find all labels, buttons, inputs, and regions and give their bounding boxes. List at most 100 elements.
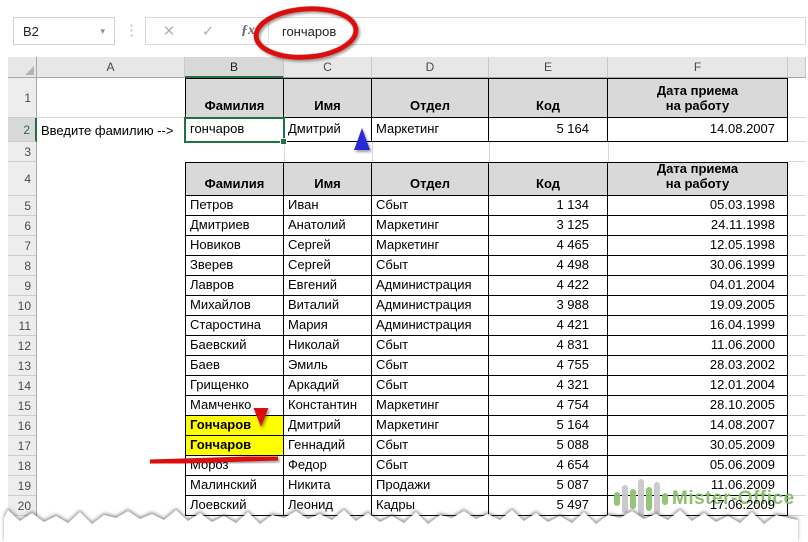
cell-B19[interactable]: Малинский <box>185 476 284 496</box>
cell-E19[interactable]: 5 087 <box>489 476 608 496</box>
cell-C7[interactable]: Сергей <box>284 236 372 256</box>
row-header-19[interactable]: 19 <box>8 476 37 496</box>
cell-C14[interactable]: Аркадий <box>284 376 372 396</box>
cell-E13[interactable]: 4 755 <box>489 356 608 376</box>
row-header-4[interactable]: 4 <box>8 162 37 196</box>
column-header-F[interactable]: F <box>608 57 788 78</box>
cell-C8[interactable]: Сергей <box>284 256 372 276</box>
cell-B10[interactable]: Михайлов <box>185 296 284 316</box>
cell-B17[interactable]: Гончаров <box>185 436 284 456</box>
row-header-3[interactable]: 3 <box>8 142 37 162</box>
cell-D12[interactable]: Сбыт <box>372 336 489 356</box>
cell-F15[interactable]: 28.10.2005 <box>608 396 788 416</box>
cell-D9[interactable]: Администрация <box>372 276 489 296</box>
cell-B16[interactable]: Гончаров <box>185 416 284 436</box>
row-header-16[interactable]: 16 <box>8 416 37 436</box>
cell-C18[interactable]: Федор <box>284 456 372 476</box>
cell-F11[interactable]: 16.04.1999 <box>608 316 788 336</box>
cell-C13[interactable]: Эмиль <box>284 356 372 376</box>
cell-D7[interactable]: Маркетинг <box>372 236 489 256</box>
cell-E16[interactable]: 5 164 <box>489 416 608 436</box>
column-header-A[interactable]: A <box>37 57 185 78</box>
cell-D14[interactable]: Сбыт <box>372 376 489 396</box>
cell-F8[interactable]: 30.06.1999 <box>608 256 788 276</box>
cell-E20[interactable]: 5 497 <box>489 496 608 516</box>
cell-C5[interactable]: Иван <box>284 196 372 216</box>
cell-F4[interactable]: Дата приемана работу <box>608 162 788 196</box>
cell-E15[interactable]: 4 754 <box>489 396 608 416</box>
cell-B15[interactable]: Мамченко <box>185 396 284 416</box>
cell-B9[interactable]: Лавров <box>185 276 284 296</box>
row-header-10[interactable]: 10 <box>8 296 37 316</box>
enter-icon[interactable]: ✓ <box>188 22 228 40</box>
cell-B7[interactable]: Новиков <box>185 236 284 256</box>
cell-B8[interactable]: Зверев <box>185 256 284 276</box>
cell-E10[interactable]: 3 988 <box>489 296 608 316</box>
cell-B2[interactable]: гончаров <box>185 118 284 142</box>
row-header-11[interactable]: 11 <box>8 316 37 336</box>
row-header-15[interactable]: 15 <box>8 396 37 416</box>
cell-D1[interactable]: Отдел <box>372 78 489 118</box>
cell-F9[interactable]: 04.01.2004 <box>608 276 788 296</box>
name-box[interactable]: B2 ▾ <box>13 17 115 45</box>
column-header-D[interactable]: D <box>372 57 489 78</box>
cell-D18[interactable]: Сбыт <box>372 456 489 476</box>
cell-C4[interactable]: Имя <box>284 162 372 196</box>
name-box-dropdown-icon[interactable]: ▾ <box>100 26 114 37</box>
row-header-7[interactable]: 7 <box>8 236 37 256</box>
column-header-C[interactable]: C <box>284 57 372 78</box>
cell-D16[interactable]: Маркетинг <box>372 416 489 436</box>
cell-B13[interactable]: Баев <box>185 356 284 376</box>
cell-E4[interactable]: Код <box>489 162 608 196</box>
cell-F17[interactable]: 30.05.2009 <box>608 436 788 456</box>
cell-F14[interactable]: 12.01.2004 <box>608 376 788 396</box>
cell-E2[interactable]: 5 164 <box>489 118 608 142</box>
cell-D13[interactable]: Сбыт <box>372 356 489 376</box>
cell-C17[interactable]: Геннадий <box>284 436 372 456</box>
cell-E14[interactable]: 4 321 <box>489 376 608 396</box>
cell-D11[interactable]: Администрация <box>372 316 489 336</box>
row-header-17[interactable]: 17 <box>8 436 37 456</box>
row-header-8[interactable]: 8 <box>8 256 37 276</box>
cell-D10[interactable]: Администрация <box>372 296 489 316</box>
cell-C2[interactable]: Дмитрий <box>284 118 372 142</box>
column-header-B[interactable]: B <box>185 57 284 78</box>
formula-input[interactable]: гончаров <box>269 24 336 39</box>
cell-E7[interactable]: 4 465 <box>489 236 608 256</box>
prompt-cell[interactable]: Введите фамилию --> <box>38 118 184 142</box>
cell-C19[interactable]: Никита <box>284 476 372 496</box>
row-header-2[interactable]: 2 <box>8 118 37 142</box>
cell-E5[interactable]: 1 134 <box>489 196 608 216</box>
row-header-14[interactable]: 14 <box>8 376 37 396</box>
cell-B4[interactable]: Фамилия <box>185 162 284 196</box>
cell-D19[interactable]: Продажи <box>372 476 489 496</box>
cell-F7[interactable]: 12.05.1998 <box>608 236 788 256</box>
cell-C10[interactable]: Виталий <box>284 296 372 316</box>
cell-B5[interactable]: Петров <box>185 196 284 216</box>
row-header-13[interactable]: 13 <box>8 356 37 376</box>
cell-B14[interactable]: Грищенко <box>185 376 284 396</box>
cell-C11[interactable]: Мария <box>284 316 372 336</box>
cell-E12[interactable]: 4 831 <box>489 336 608 356</box>
select-all-button[interactable] <box>8 57 37 78</box>
cell-D17[interactable]: Сбыт <box>372 436 489 456</box>
cell-E11[interactable]: 4 421 <box>489 316 608 336</box>
cell-D5[interactable]: Сбыт <box>372 196 489 216</box>
cell-B12[interactable]: Баевский <box>185 336 284 356</box>
row-header-9[interactable]: 9 <box>8 276 37 296</box>
cell-C9[interactable]: Евгений <box>284 276 372 296</box>
cell-D8[interactable]: Сбыт <box>372 256 489 276</box>
cell-F13[interactable]: 28.03.2002 <box>608 356 788 376</box>
cell-B18[interactable]: Мороз <box>185 456 284 476</box>
cell-D15[interactable]: Маркетинг <box>372 396 489 416</box>
cancel-icon[interactable]: ✕ <box>150 22 188 40</box>
cell-E18[interactable]: 4 654 <box>489 456 608 476</box>
cell-D2[interactable]: Маркетинг <box>372 118 489 142</box>
cell-C6[interactable]: Анатолий <box>284 216 372 236</box>
cell-B1[interactable]: Фамилия <box>185 78 284 118</box>
row-header-12[interactable]: 12 <box>8 336 37 356</box>
cell-F5[interactable]: 05.03.1998 <box>608 196 788 216</box>
row-header-20[interactable]: 20 <box>8 496 37 516</box>
cell-E8[interactable]: 4 498 <box>489 256 608 276</box>
cell-B20[interactable]: Лоевский <box>185 496 284 516</box>
